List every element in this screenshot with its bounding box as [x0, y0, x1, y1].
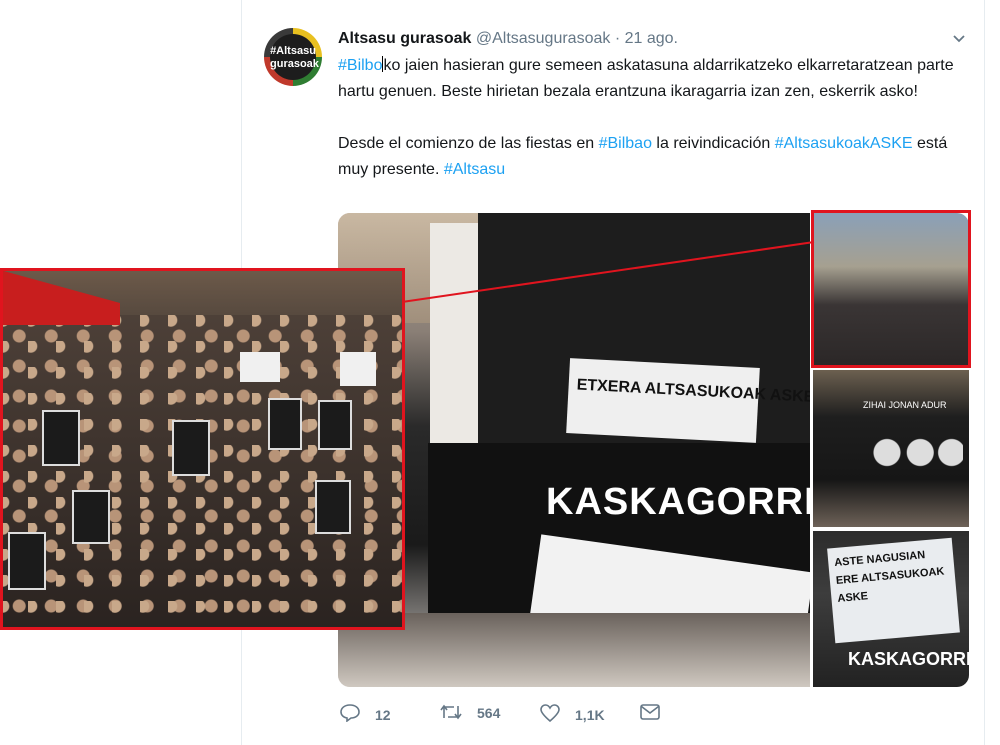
- heart-icon: [540, 704, 565, 726]
- reply-icon: [340, 704, 365, 726]
- tweet-text-spanish-1: Desde el comienzo de las fiestas en: [338, 135, 599, 152]
- tweet-text-basque: ko jaien hasieran gure semeen askatasuna…: [338, 57, 954, 100]
- wall-portraits: [868, 420, 963, 485]
- aske-sign: ASTE NAGUSIAN ERE ALTSASUKOAK ASKE: [827, 537, 960, 644]
- photo-banner-thumb[interactable]: ASTE NAGUSIAN ERE ALTSASUKOAK ASKE KASKA…: [813, 531, 969, 687]
- retweet-button[interactable]: 564: [440, 704, 500, 725]
- photo-wall-portraits[interactable]: ZIHAI JONAN ADUR: [813, 370, 969, 527]
- hashtag-altsasukoakaske[interactable]: #AltsasukoakASKE: [775, 135, 913, 152]
- envelope-icon: [640, 704, 660, 724]
- avatar-text: #Altsasu gurasoak: [270, 34, 319, 80]
- stage-banner: ETXERA ALTSASUKOAK ASKE: [566, 358, 810, 443]
- tweet-header: Altsasu gurasoak @Altsasugurasoak · 21 a…: [338, 30, 678, 48]
- hashtag-bilbao[interactable]: #Bilbao: [599, 135, 652, 152]
- dm-button[interactable]: [640, 704, 670, 725]
- zoom-highlight-border: [0, 268, 405, 630]
- zoom-connector-line: [401, 241, 815, 303]
- hashtag-bilbo[interactable]: #Bilbo: [338, 57, 382, 74]
- like-count: 1,1K: [575, 707, 605, 723]
- author-handle[interactable]: @Altsasugurasoak: [476, 30, 611, 47]
- thumb3-word: KASKAGORRI: [848, 649, 969, 669]
- author-avatar[interactable]: #Altsasu gurasoak: [264, 28, 322, 86]
- tweet-text: #Bilboko jaien hasieran gure semeen aska…: [338, 53, 958, 183]
- street-foreground: [338, 613, 810, 687]
- retweet-count: 564: [477, 705, 501, 721]
- chevron-down-icon[interactable]: [951, 30, 967, 51]
- highlight-box: [811, 210, 971, 368]
- reply-count: 12: [375, 707, 391, 723]
- wall-names-text: ZIHAI JONAN ADUR: [863, 400, 947, 410]
- hashtag-altsasu[interactable]: #Altsasu: [444, 161, 505, 178]
- tweet-date[interactable]: 21 ago.: [625, 30, 678, 47]
- tweet-text-spanish-2: la reivindicación: [651, 135, 775, 152]
- retweet-icon: [440, 704, 467, 724]
- like-button[interactable]: 1,1K: [540, 704, 605, 727]
- author-name[interactable]: Altsasu gurasoak: [338, 30, 471, 47]
- header-separator: ·: [614, 30, 621, 47]
- aske-sign-text: ASTE NAGUSIAN ERE ALTSASUKOAK ASKE: [833, 549, 945, 605]
- stage-word: KASKAGORRI: [546, 481, 810, 523]
- reply-button[interactable]: 12: [340, 704, 391, 727]
